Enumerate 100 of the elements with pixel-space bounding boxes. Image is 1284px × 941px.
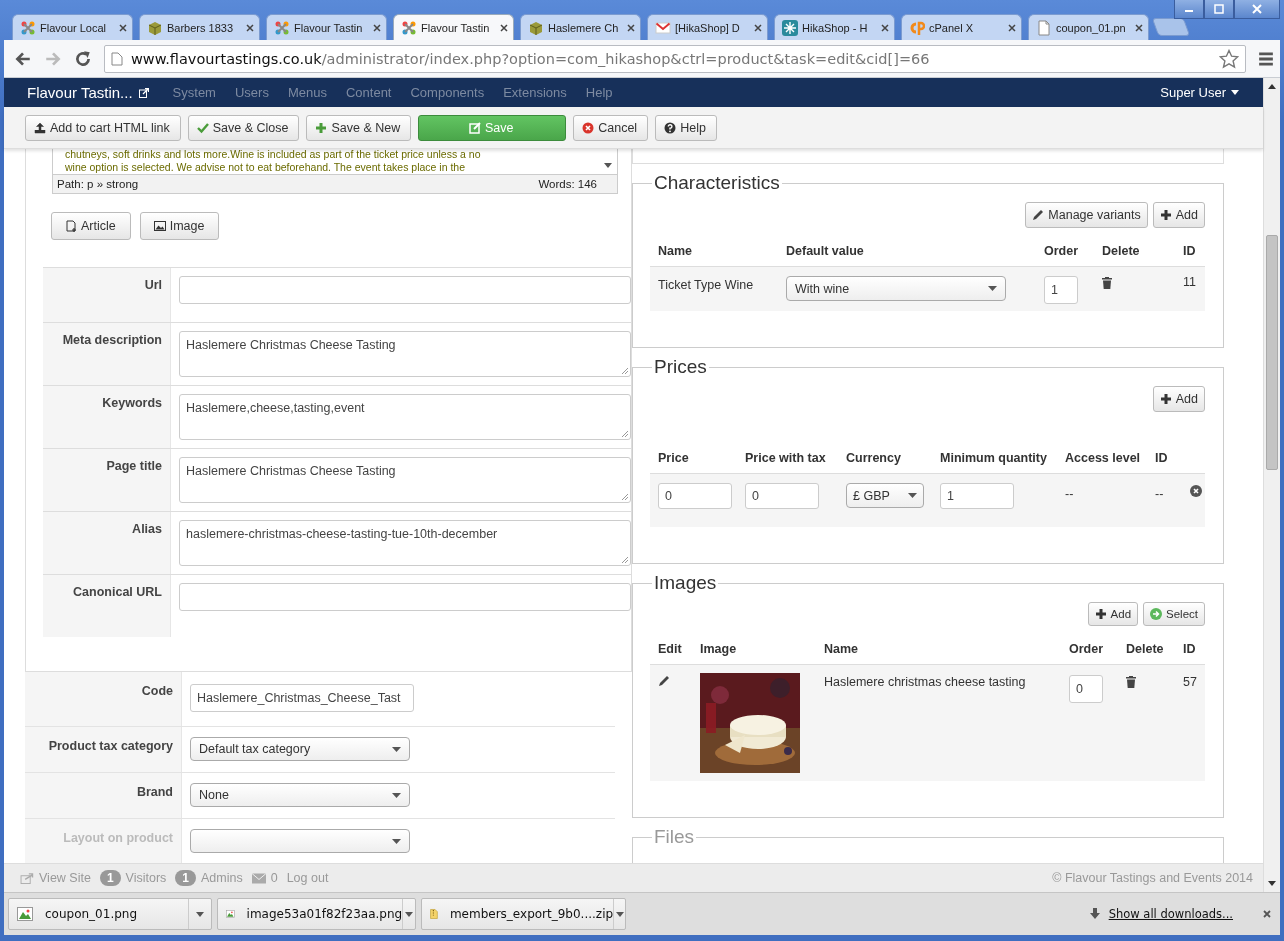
browser-tab[interactable]: Flavour Tastin xyxy=(266,14,387,40)
currency-dropdown[interactable]: £ GBP xyxy=(846,483,924,508)
order-field[interactable]: 0 xyxy=(1069,675,1103,703)
browser-tab[interactable]: cPanel X xyxy=(901,14,1022,40)
download-item[interactable]: members_export_9b0....zip xyxy=(421,898,626,930)
caret-icon[interactable] xyxy=(615,911,624,917)
pencil-icon[interactable] xyxy=(658,675,670,687)
resize-grip-icon[interactable] xyxy=(621,556,629,564)
input-field[interactable] xyxy=(179,276,631,304)
field-label: Code xyxy=(141,684,173,698)
table-cell-text: Haslemere christmas cheese tasting xyxy=(824,674,1027,689)
menu-item[interactable]: Components xyxy=(410,85,485,100)
page-icon xyxy=(111,51,123,66)
price-field[interactable]: 0 xyxy=(745,483,819,509)
reload-icon[interactable] xyxy=(74,49,92,68)
price-field[interactable]: 0 xyxy=(658,483,732,509)
toolbar-button[interactable]: Save & New xyxy=(306,114,412,141)
scroll-up-icon[interactable] xyxy=(1268,84,1276,89)
minimize-button[interactable] xyxy=(1174,0,1204,19)
address-bar[interactable]: www.flavourtastings.co.uk/administrator/index.php?option=com_hikashop&ctrl=product&task=edit&cid[]=66 xyxy=(104,44,1246,73)
joomla-logo-icon xyxy=(401,19,417,36)
maximize-button[interactable] xyxy=(1204,0,1234,19)
trash-icon[interactable] xyxy=(1102,277,1112,289)
toolbar-button[interactable]: Save & Close xyxy=(187,114,300,141)
caret-icon[interactable] xyxy=(405,911,414,917)
column-header: Access level xyxy=(1065,451,1142,465)
close-icon[interactable] xyxy=(1263,910,1271,918)
count-badge: 1 xyxy=(99,870,121,886)
insert-button[interactable]: Article xyxy=(51,212,131,240)
manage-variants-button[interactable]: Manage variants xyxy=(1025,202,1148,228)
close-icon[interactable] xyxy=(754,23,762,32)
remove-icon[interactable] xyxy=(1190,485,1202,497)
text-area[interactable]: Haslemere Christmas Cheese Tasting xyxy=(179,331,631,377)
status-text: Visitors xyxy=(125,871,167,885)
scroll-down-icon[interactable] xyxy=(604,163,612,168)
show-all-downloads-link[interactable]: Show all downloads... xyxy=(1108,907,1233,921)
download-item[interactable]: image53a01f82f23aa.png xyxy=(217,898,416,930)
caret-icon[interactable] xyxy=(196,911,204,917)
menu-item[interactable]: Extensions xyxy=(503,85,567,100)
menu-item[interactable]: Help xyxy=(585,85,613,100)
close-icon[interactable] xyxy=(627,23,635,32)
close-icon[interactable] xyxy=(373,23,381,32)
input-field[interactable]: Haslemere_Christmas_Cheese_Tast xyxy=(190,684,414,712)
browser-tab[interactable]: Flavour Tastin xyxy=(393,14,514,40)
dropdown[interactable]: With wine xyxy=(786,276,1006,301)
scrollbar-thumb[interactable] xyxy=(1266,235,1278,470)
menu-item[interactable]: Content xyxy=(345,85,392,100)
close-icon[interactable] xyxy=(500,23,508,32)
browser-tab[interactable]: coupon_01.pn xyxy=(1028,14,1149,40)
add-button[interactable]: Add xyxy=(1087,602,1139,626)
close-icon[interactable] xyxy=(119,23,127,32)
text-area[interactable]: Haslemere Christmas Cheese Tasting xyxy=(179,457,631,503)
mail-icon xyxy=(655,19,671,36)
browser-tab[interactable]: HikaShop - H xyxy=(774,14,895,40)
new-tab-button[interactable] xyxy=(1151,18,1191,36)
insert-button[interactable]: Image xyxy=(139,212,220,240)
column-header: Delete xyxy=(1126,642,1165,656)
toolbar-button[interactable]: Cancel xyxy=(573,114,649,141)
browser-tab[interactable]: Flavour Local xyxy=(12,14,133,40)
menu-icon[interactable] xyxy=(1258,50,1274,67)
browser-tab[interactable]: Haslemere Ch xyxy=(520,14,641,40)
resize-grip-icon[interactable] xyxy=(621,367,629,375)
trash-icon[interactable] xyxy=(1126,676,1136,688)
resize-grip-icon[interactable] xyxy=(621,493,629,501)
dropdown[interactable]: Default tax category xyxy=(190,737,410,761)
text-area[interactable]: haslemere-christmas-cheese-tasting-tue-10th-december xyxy=(179,520,631,566)
resize-grip-icon[interactable] xyxy=(621,430,629,438)
menu-item[interactable]: Users xyxy=(234,85,269,100)
close-icon[interactable] xyxy=(1135,23,1143,32)
menu-item[interactable]: Menus xyxy=(287,85,327,100)
star-icon[interactable] xyxy=(1219,48,1239,69)
column-header: Order xyxy=(1069,642,1105,656)
image-file-icon xyxy=(226,907,235,921)
column-header: Name xyxy=(824,642,860,656)
download-item[interactable]: coupon_01.png xyxy=(8,898,212,930)
add-button[interactable]: Add xyxy=(1152,386,1205,412)
site-title-link[interactable]: Flavour Tastin... xyxy=(27,84,133,101)
dropdown[interactable]: None xyxy=(190,783,410,807)
input-field[interactable] xyxy=(179,583,631,611)
quantity-field[interactable]: 1 xyxy=(940,483,1014,509)
order-field[interactable]: 1 xyxy=(1044,276,1078,304)
browser-tab[interactable]: [HikaShop] D xyxy=(647,14,768,40)
column-header: ID xyxy=(1183,642,1197,656)
image-icon xyxy=(153,220,166,232)
scrollbar[interactable] xyxy=(1263,78,1280,892)
close-icon[interactable] xyxy=(246,23,254,32)
close-icon[interactable] xyxy=(1008,23,1016,32)
scroll-down-icon[interactable] xyxy=(1268,881,1276,886)
browser-tab[interactable]: Barbers 1833 xyxy=(139,14,260,40)
toolbar-button[interactable]: Add to cart HTML link xyxy=(25,114,181,141)
close-icon[interactable] xyxy=(881,23,889,32)
text-area[interactable]: Haslemere,cheese,tasting,event xyxy=(179,394,631,440)
add-button[interactable]: Add xyxy=(1152,202,1205,228)
column-header: Currency xyxy=(846,451,902,465)
user-menu[interactable]: Super User xyxy=(1160,85,1239,100)
select-button[interactable]: Select xyxy=(1143,602,1205,626)
toolbar-button[interactable]: Help xyxy=(655,114,717,141)
menu-item[interactable]: System xyxy=(172,85,216,100)
column-header: Default value xyxy=(786,244,865,258)
close-button[interactable] xyxy=(1234,0,1280,19)
